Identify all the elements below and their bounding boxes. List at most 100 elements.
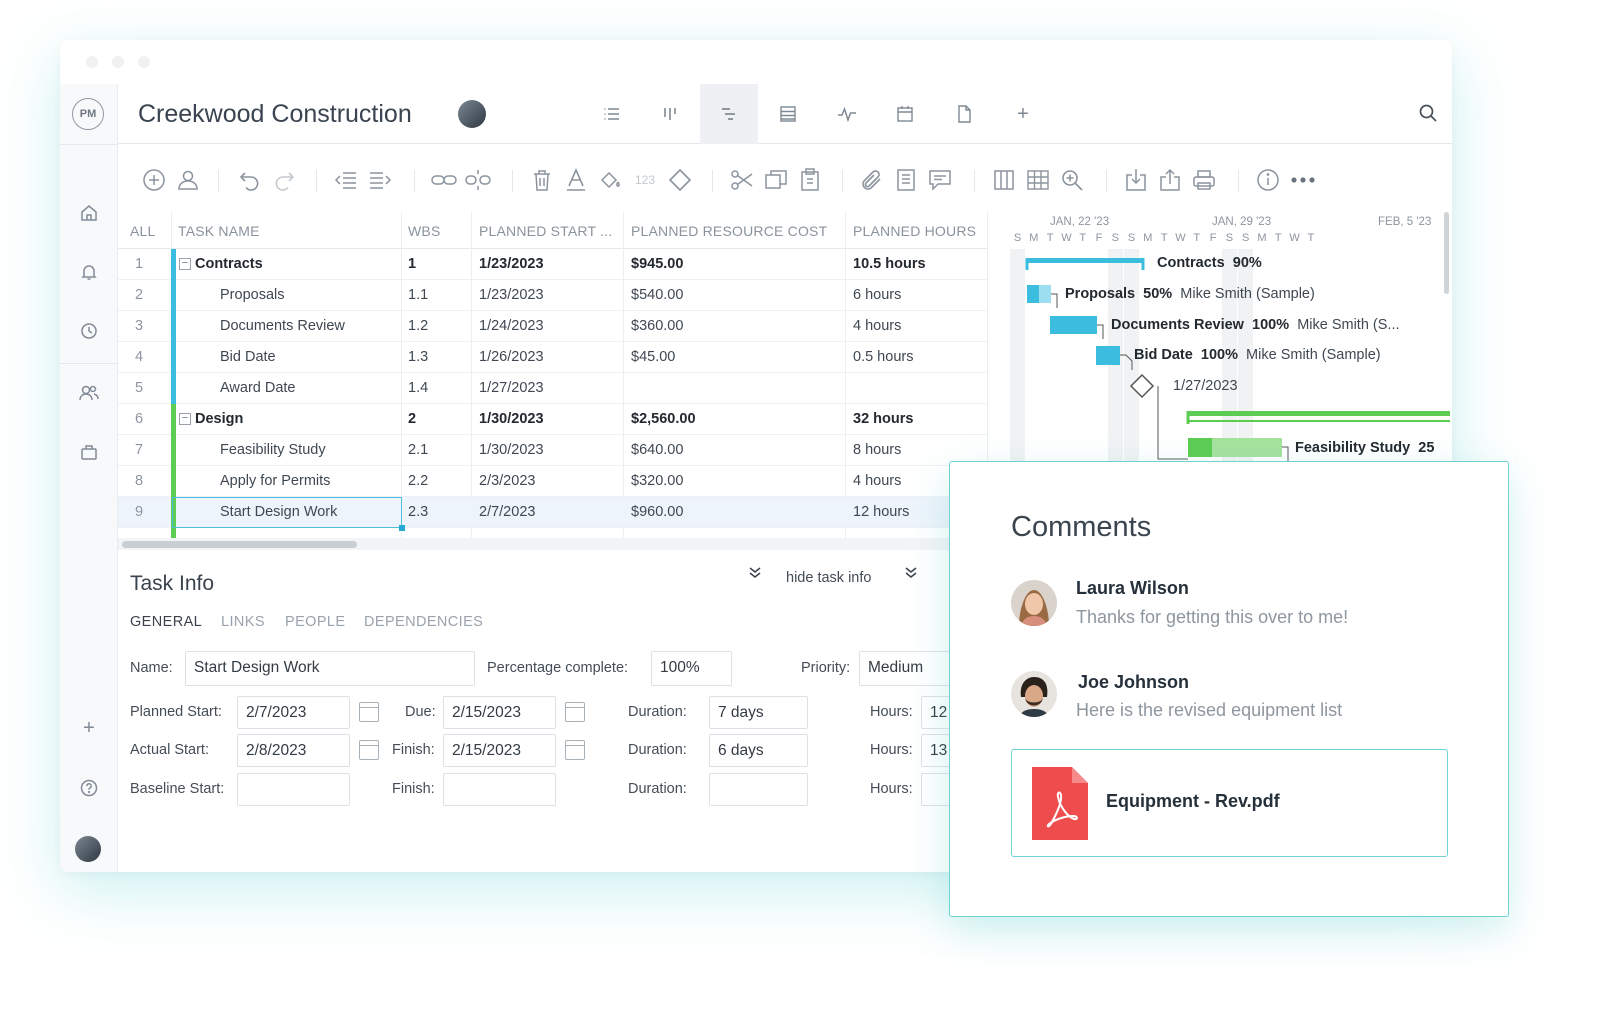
notes-icon[interactable] (892, 166, 920, 194)
task-name-cell[interactable]: Documents Review (220, 318, 345, 334)
planned-start-field[interactable]: 2/7/2023 (237, 696, 350, 729)
window-close-dot[interactable] (86, 56, 98, 68)
table-row[interactable]: − 6 Design 2 1/30/2023 $2,560.00 32 hours (118, 404, 988, 435)
gantt-view-icon[interactable] (700, 84, 758, 144)
table-row[interactable]: 8 Apply for Permits 2.2 2/3/2023 $320.00 4 ho… (118, 466, 988, 497)
col-header-planned-resource-cost[interactable]: PLANNED RESOURCE COST (631, 223, 827, 239)
row-number[interactable]: 5 (135, 380, 143, 396)
row-number[interactable]: 7 (135, 442, 143, 458)
calendar-icon[interactable] (359, 740, 379, 760)
portfolio-icon[interactable] (60, 438, 118, 466)
indent-icon[interactable] (366, 166, 394, 194)
wbs-cell[interactable]: 1.4 (408, 380, 428, 396)
table-row[interactable]: 3 Documents Review 1.2 1/24/2023 $360.00 4 ho… (118, 311, 988, 342)
comment-icon[interactable] (926, 166, 954, 194)
collapse-group-icon[interactable]: − (179, 258, 191, 270)
dashboard-view-icon[interactable] (818, 84, 876, 144)
table-row[interactable]: 7 Feasibility Study 2.1 1/30/2023 $640.00 8 h… (118, 435, 988, 466)
percentage-field[interactable]: 100% (651, 651, 732, 686)
resource-cost-cell[interactable]: $2,560.00 (631, 411, 696, 427)
task-name-field[interactable]: Start Design Work (185, 651, 475, 686)
calendar-view-icon[interactable] (876, 84, 934, 144)
task-name-cell[interactable]: Feasibility Study (220, 442, 326, 458)
team-icon[interactable] (60, 379, 118, 407)
tab-dependencies[interactable]: DEPENDENCIES (364, 614, 483, 630)
link-icon[interactable] (430, 166, 458, 194)
planned-start-cell[interactable]: 1/30/2023 (479, 442, 544, 458)
calendar-icon[interactable] (359, 702, 379, 722)
paste-icon[interactable] (796, 166, 824, 194)
add-view-icon[interactable]: + (994, 84, 1052, 144)
resource-cost-cell[interactable]: $360.00 (631, 318, 683, 334)
row-number[interactable]: 1 (135, 256, 143, 272)
add-icon[interactable]: + (60, 714, 118, 742)
planned-start-cell[interactable]: 1/23/2023 (479, 287, 544, 303)
fill-color-icon[interactable] (596, 166, 624, 194)
task-name-cell[interactable]: Proposals (220, 287, 284, 303)
outdent-icon[interactable] (332, 166, 360, 194)
task-name-cell[interactable]: Design (195, 411, 243, 427)
task-name-cell[interactable]: Contracts (195, 256, 263, 272)
number-format-button[interactable]: 123 (630, 166, 660, 194)
planned-hours-cell[interactable]: 10.5 hours (853, 256, 926, 272)
baseline-duration-field[interactable] (709, 773, 808, 806)
resource-cost-cell[interactable]: $960.00 (631, 504, 683, 520)
sheet-view-icon[interactable] (759, 84, 817, 144)
calendar-icon[interactable] (565, 740, 585, 760)
task-name-cell[interactable]: Award Date (220, 380, 296, 396)
priority-select[interactable]: Medium (859, 651, 959, 686)
files-view-icon[interactable] (935, 84, 993, 144)
col-header-planned-hours[interactable]: PLANNED HOURS (853, 223, 976, 239)
zoom-icon[interactable] (1058, 166, 1086, 194)
planned-start-cell[interactable]: 1/26/2023 (479, 349, 544, 365)
window-maximize-dot[interactable] (138, 56, 150, 68)
delete-icon[interactable] (528, 166, 556, 194)
row-number[interactable]: 2 (135, 287, 143, 303)
info-icon[interactable] (1254, 166, 1282, 194)
resource-cost-cell[interactable]: $320.00 (631, 473, 683, 489)
search-icon[interactable] (1418, 103, 1438, 128)
col-header-planned-start[interactable]: PLANNED START ... (479, 223, 612, 239)
table-row[interactable]: − 1 Contracts 1 1/23/2023 $945.00 10.5 hours (118, 249, 988, 280)
actual-start-field[interactable]: 2/8/2023 (237, 734, 350, 767)
col-header-wbs[interactable]: WBS (408, 223, 441, 239)
task-name-cell[interactable]: Bid Date (220, 349, 276, 365)
row-number[interactable]: 6 (135, 411, 143, 427)
wbs-cell[interactable]: 1 (408, 256, 416, 272)
tab-general[interactable]: GENERAL (130, 614, 202, 630)
cell-selection[interactable] (172, 497, 405, 531)
resource-cost-cell[interactable]: $640.00 (631, 442, 683, 458)
resource-cost-cell[interactable]: $945.00 (631, 256, 683, 272)
planned-hours-cell[interactable]: 4 hours (853, 318, 901, 334)
table-row[interactable] (118, 528, 988, 538)
list-view-icon[interactable] (583, 84, 641, 144)
wbs-cell[interactable]: 1.2 (408, 318, 428, 334)
tab-people[interactable]: PEOPLE (285, 614, 345, 630)
baseline-start-field[interactable] (237, 773, 350, 806)
attach-icon[interactable] (858, 166, 886, 194)
col-header-all[interactable]: ALL (130, 223, 156, 239)
export-icon[interactable] (1156, 166, 1184, 194)
wbs-cell[interactable]: 2 (408, 411, 416, 427)
board-view-icon[interactable] (641, 84, 699, 144)
help-icon[interactable] (60, 774, 118, 802)
collapse-chevron-icon[interactable] (904, 566, 918, 584)
notifications-icon[interactable] (60, 258, 118, 286)
cut-icon[interactable] (728, 166, 756, 194)
planned-hours-cell[interactable]: 6 hours (853, 287, 901, 303)
collapse-group-icon[interactable]: − (179, 413, 191, 425)
wbs-cell[interactable]: 1.3 (408, 349, 428, 365)
clock-icon[interactable] (60, 317, 118, 345)
window-minimize-dot[interactable] (112, 56, 124, 68)
row-number[interactable]: 8 (135, 473, 143, 489)
calendar-icon[interactable] (565, 702, 585, 722)
font-color-icon[interactable] (562, 166, 590, 194)
planned-hours-cell[interactable]: 4 hours (853, 473, 901, 489)
planned-start-cell[interactable]: 2/7/2023 (479, 504, 535, 520)
resource-cost-cell[interactable]: $540.00 (631, 287, 683, 303)
undo-icon[interactable] (236, 166, 264, 194)
baseline-finish-field[interactable] (443, 773, 556, 806)
pm-logo[interactable]: PM (72, 98, 104, 130)
planned-hours-cell[interactable]: 32 hours (853, 411, 913, 427)
row-number[interactable]: 3 (135, 318, 143, 334)
